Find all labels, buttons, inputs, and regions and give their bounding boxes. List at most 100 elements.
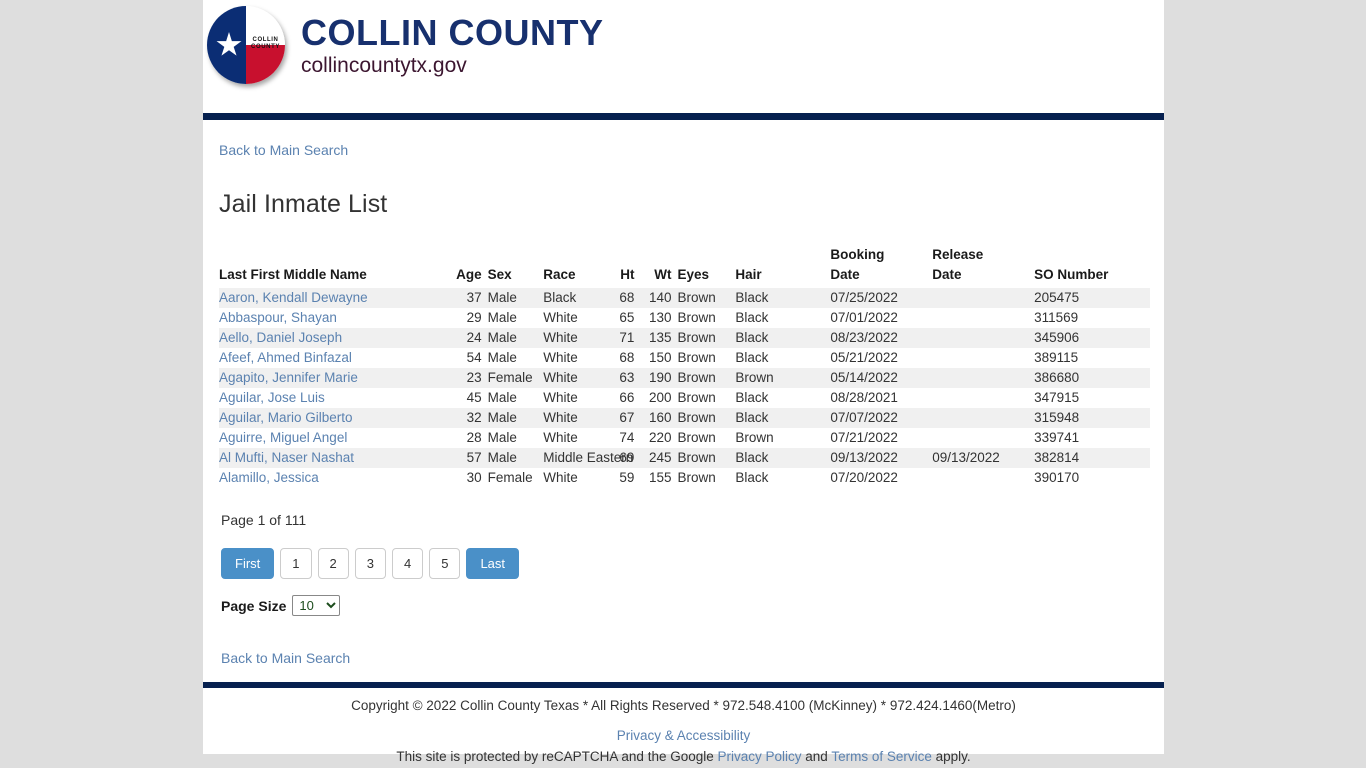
- cell-ht: 68: [619, 290, 635, 305]
- inmate-table-head: Last First Middle Name Age Sex Race Ht W…: [219, 245, 1150, 288]
- inmate-detail-link[interactable]: Alamillo, Jessica: [219, 470, 319, 485]
- cell-eyes: Brown: [677, 410, 716, 425]
- inmate-detail-link[interactable]: Aguirre, Miguel Angel: [219, 430, 347, 445]
- brand-title: COLLIN COUNTY: [301, 12, 604, 53]
- cell-booking-date: 09/13/2022: [830, 450, 898, 465]
- cell-sex: Male: [487, 330, 517, 345]
- cell-booking-date: 05/14/2022: [830, 370, 898, 385]
- cell-race: Middle Eastern: [543, 450, 634, 465]
- cell-release-date: [932, 328, 1034, 348]
- cell-eyes: Brown: [677, 370, 716, 385]
- back-to-main-search-link-top[interactable]: Back to Main Search: [219, 120, 1164, 158]
- seal-text: COLLIN COUNTY: [246, 37, 285, 51]
- column-header-race: Race: [543, 267, 576, 282]
- cell-so-number: 345906: [1034, 330, 1080, 345]
- inmate-detail-link[interactable]: Al Mufti, Naser Nashat: [219, 450, 354, 465]
- pagination-last-button[interactable]: Last: [466, 548, 520, 579]
- page-size-control: Page Size 102550100: [221, 595, 1164, 616]
- table-row: Agapito, Jennifer Marie 23 Female White 63 19…: [219, 368, 1150, 388]
- cell-ht: 59: [619, 470, 635, 485]
- cell-ht: 65: [619, 310, 635, 325]
- page-root: COLLIN COUNTY COLLIN COUNTY collincounty…: [0, 0, 1366, 768]
- page-title: Jail Inmate List: [219, 190, 388, 218]
- column-header-wt: Wt: [654, 267, 672, 282]
- column-header-release-date: Release Date: [932, 247, 984, 282]
- page-size-label: Page Size: [221, 597, 287, 614]
- cell-release-date: [932, 308, 1034, 328]
- cell-race: Black: [543, 290, 577, 305]
- column-header-name: Last First Middle Name: [219, 267, 367, 282]
- pagination-first-button[interactable]: First: [221, 548, 275, 579]
- cell-age: 23: [466, 370, 482, 385]
- pagination-page-1-button[interactable]: 1: [280, 548, 312, 579]
- site-footer: Copyright © 2022 Collin County Texas * A…: [203, 688, 1164, 764]
- cell-sex: Male: [487, 310, 517, 325]
- inmate-detail-link[interactable]: Afeef, Ahmed Binfazal: [219, 350, 352, 365]
- pagination-page-2-button[interactable]: 2: [317, 548, 349, 579]
- cell-sex: Male: [487, 410, 517, 425]
- cell-eyes: Brown: [677, 470, 716, 485]
- cell-sex: Male: [487, 450, 517, 465]
- cell-race: White: [543, 470, 578, 485]
- cell-name: Agapito, Jennifer Marie: [219, 368, 451, 388]
- cell-race: White: [543, 330, 578, 345]
- pagination-page-3-button[interactable]: 3: [354, 548, 386, 579]
- inmate-detail-link[interactable]: Abbaspour, Shayan: [219, 310, 337, 325]
- inmate-detail-link[interactable]: Aguilar, Mario Gilberto: [219, 410, 353, 425]
- page-indicator: Page 1 of 111: [221, 512, 307, 528]
- inmate-detail-link[interactable]: Aguilar, Jose Luis: [219, 390, 325, 405]
- cell-sex: Male: [487, 390, 517, 405]
- cell-eyes: Brown: [677, 350, 716, 365]
- seal-text-line1: COLLIN: [252, 37, 279, 43]
- site-container: COLLIN COUNTY COLLIN COUNTY collincounty…: [203, 0, 1164, 764]
- cell-name: Al Mufti, Naser Nashat: [219, 448, 451, 468]
- recaptcha-suffix-text: apply.: [931, 749, 971, 764]
- header-divider: [203, 113, 1164, 120]
- back-to-main-search-link-bottom[interactable]: Back to Main Search: [221, 650, 1164, 682]
- terms-of-service-link[interactable]: Terms of Service: [831, 749, 932, 764]
- inmate-detail-link[interactable]: Aello, Daniel Joseph: [219, 330, 342, 345]
- cell-age: 30: [466, 470, 482, 485]
- cell-hair: Black: [735, 310, 769, 325]
- page-size-select[interactable]: 102550100: [292, 595, 341, 616]
- cell-booking-date: 08/28/2021: [830, 390, 898, 405]
- inmate-detail-link[interactable]: Aaron, Kendall Dewayne: [219, 290, 368, 305]
- pagination-page-4-button[interactable]: 4: [391, 548, 424, 579]
- cell-release-date: [932, 408, 1034, 428]
- footer-privacy-accessibility-row: Privacy & Accessibility: [203, 716, 1164, 746]
- cell-release-date: [932, 428, 1034, 448]
- site-logo[interactable]: COLLIN COUNTY COLLIN COUNTY collincounty…: [207, 6, 603, 84]
- cell-wt: 245: [648, 450, 672, 465]
- cell-so-number: 382814: [1034, 450, 1080, 465]
- pagination-page-5-button[interactable]: 5: [429, 548, 461, 579]
- cell-booking-date: 05/21/2022: [830, 350, 898, 365]
- cell-name: Aaron, Kendall Dewayne: [219, 288, 451, 308]
- cell-age: 24: [466, 330, 482, 345]
- cell-hair: Black: [735, 410, 769, 425]
- cell-age: 32: [466, 410, 482, 425]
- table-row: Alamillo, Jessica 30 Female White 59 155 Brown…: [219, 468, 1150, 488]
- privacy-policy-link[interactable]: Privacy Policy: [718, 749, 802, 764]
- footer-copyright: Copyright © 2022 Collin County Texas * A…: [351, 698, 1016, 713]
- cell-wt: 140: [648, 290, 672, 305]
- cell-ht: 67: [619, 410, 635, 425]
- cell-eyes: Brown: [677, 450, 716, 465]
- privacy-accessibility-link[interactable]: Privacy & Accessibility: [617, 728, 751, 743]
- cell-release-date: [932, 368, 1034, 388]
- cell-wt: 200: [648, 390, 672, 405]
- wordmark: COLLIN COUNTY collincountytx.gov: [301, 11, 603, 79]
- cell-race: White: [543, 410, 578, 425]
- cell-hair: Black: [735, 390, 769, 405]
- cell-so-number: 386680: [1034, 370, 1080, 385]
- cell-eyes: Brown: [677, 390, 716, 405]
- cell-name: Alamillo, Jessica: [219, 468, 451, 488]
- cell-hair: Brown: [735, 430, 774, 445]
- cell-wt: 190: [648, 370, 672, 385]
- cell-hair: Black: [735, 290, 769, 305]
- inmate-detail-link[interactable]: Agapito, Jennifer Marie: [219, 370, 358, 385]
- table-row: Afeef, Ahmed Binfazal 54 Male White 68 150 Bro…: [219, 348, 1150, 368]
- table-row: Aguilar, Mario Gilberto 32 Male White 67 160 B…: [219, 408, 1150, 428]
- recaptcha-prefix-text: This site is protected by reCAPTCHA and …: [396, 749, 718, 764]
- cell-race: White: [543, 370, 578, 385]
- inmate-table-body: Aaron, Kendall Dewayne 37 Male Black 68 140 Br…: [219, 288, 1150, 488]
